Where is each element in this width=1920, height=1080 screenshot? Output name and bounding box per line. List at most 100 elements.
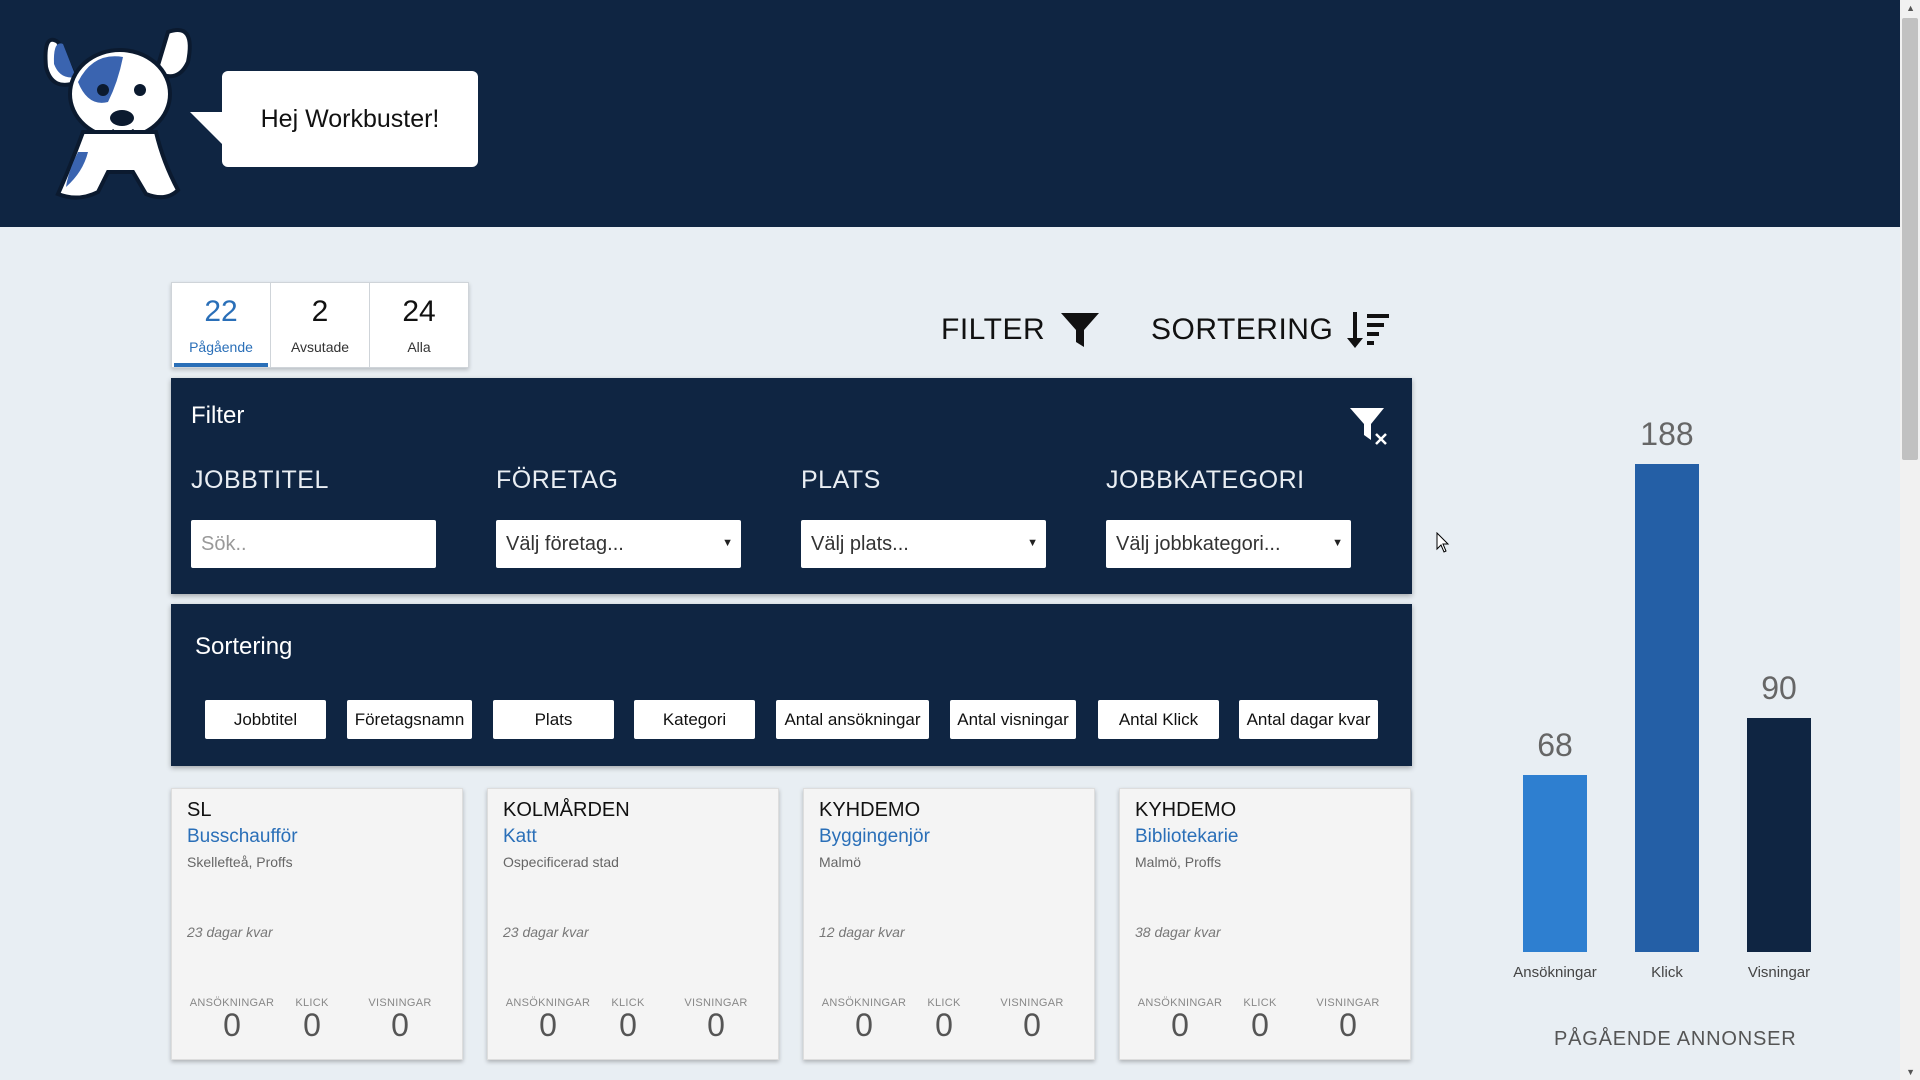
card-days-left: 12 dagar kvar xyxy=(819,924,905,940)
chart-bar-visningar xyxy=(1747,718,1811,952)
card-stat-applications: ANSÖKNINGAR 0 xyxy=(187,997,277,1044)
chart-category-label: Klick xyxy=(1651,964,1683,981)
sort-toggle-button[interactable]: SORTERING xyxy=(1151,310,1391,350)
card-stat-clicks: KLICK 0 xyxy=(287,997,337,1044)
job-card[interactable]: KOLMÅRDEN Katt Ospecificerad stad 23 dag… xyxy=(487,788,779,1060)
stat-value: 0 xyxy=(1171,1007,1189,1043)
card-stat-views: VISNINGAR 0 xyxy=(987,997,1077,1044)
caret-down-icon: ▼ xyxy=(1027,537,1038,549)
card-stat-views: VISNINGAR 0 xyxy=(671,997,761,1044)
chart-bar-value: 68 xyxy=(1537,727,1573,763)
clear-filter-icon[interactable] xyxy=(1348,406,1390,448)
sort-button-antal-visningar[interactable]: Antal visningar xyxy=(950,700,1076,739)
tab-count: 22 xyxy=(204,295,238,328)
tab-avslutade[interactable]: 2 Avsutade xyxy=(271,283,370,367)
sort-button-antal-ansokningar[interactable]: Antal ansökningar xyxy=(776,700,929,739)
stat-value: 0 xyxy=(1339,1007,1357,1043)
field-label-plats: PLATS xyxy=(801,466,881,494)
tab-label: Avsutade xyxy=(290,339,350,355)
sort-button-foretagsnamn[interactable]: Företagsnamn xyxy=(347,700,472,739)
stat-value: 0 xyxy=(619,1007,637,1043)
chart-bar-ansökningar xyxy=(1523,775,1587,952)
top-header: Hej Workbuster! xyxy=(0,0,1900,227)
chart-bar-value: 90 xyxy=(1761,670,1797,706)
card-stat-views: VISNINGAR 0 xyxy=(1303,997,1393,1044)
card-location: Ospecificerad stad xyxy=(503,854,619,870)
card-days-left: 38 dagar kvar xyxy=(1135,924,1221,940)
stat-value: 0 xyxy=(303,1007,321,1043)
scroll-up-icon[interactable]: ▲ xyxy=(1906,3,1915,13)
tab-label: Pågående xyxy=(189,339,253,355)
job-card[interactable]: KYHDEMO Bibliotekarie Malmö, Proffs 38 d… xyxy=(1119,788,1411,1060)
sort-panel-title: Sortering xyxy=(195,633,293,660)
sort-button-antal-klick[interactable]: Antal Klick xyxy=(1098,700,1219,739)
greeting-bubble: Hej Workbuster! xyxy=(222,71,478,167)
search-placeholder: Sök.. xyxy=(201,532,247,555)
filter-toggle-label: FILTER xyxy=(941,313,1046,346)
sort-button-antal-dagar-kvar[interactable]: Antal dagar kvar xyxy=(1239,700,1378,739)
stat-value: 0 xyxy=(935,1007,953,1043)
job-card[interactable]: KYHDEMO Byggingenjör Malmö 12 dagar kvar… xyxy=(803,788,1095,1060)
card-stat-views: VISNINGAR 0 xyxy=(355,997,445,1044)
card-job-title[interactable]: Byggingenjör xyxy=(819,826,930,848)
stat-value: 0 xyxy=(855,1007,873,1043)
caret-down-icon: ▼ xyxy=(1332,537,1343,549)
category-select[interactable]: Välj jobbkategori... ▼ xyxy=(1106,520,1351,568)
active-ads-bar-chart: 68 Ansökningar 188 Klick 90 Visningar xyxy=(1490,400,1840,1080)
location-select[interactable]: Välj plats... ▼ xyxy=(801,520,1046,568)
filter-toggle-button[interactable]: FILTER xyxy=(941,310,1101,350)
stat-value: 0 xyxy=(1023,1007,1041,1043)
card-company: SL xyxy=(187,799,212,821)
funnel-icon xyxy=(1061,313,1100,347)
stat-value: 0 xyxy=(1251,1007,1269,1043)
chart-title: PÅGÅENDE ANNONSER xyxy=(1554,1028,1797,1050)
card-location: Malmö xyxy=(819,854,862,870)
tab-count: 24 xyxy=(402,295,436,328)
sort-descending-icon xyxy=(1347,312,1390,348)
card-company: KYHDEMO xyxy=(1135,799,1237,821)
tab-count: 2 xyxy=(311,295,329,328)
card-company: KOLMÅRDEN xyxy=(503,799,630,821)
company-select[interactable]: Välj företag... ▼ xyxy=(496,520,741,568)
field-label-foretag: FÖRETAG xyxy=(496,466,619,494)
card-company: KYHDEMO xyxy=(819,799,921,821)
chart-bar-value: 188 xyxy=(1640,416,1694,452)
location-select-value: Välj plats... xyxy=(811,532,909,555)
sort-toggle-label: SORTERING xyxy=(1151,313,1334,346)
job-card[interactable]: SL Busschaufför Skellefteå, Proffs 23 da… xyxy=(171,788,463,1060)
sort-button-jobbtitel[interactable]: Jobbtitel xyxy=(205,700,326,739)
stat-value: 0 xyxy=(223,1007,241,1043)
job-title-search-input[interactable]: Sök.. xyxy=(191,520,436,568)
card-stat-clicks: KLICK 0 xyxy=(919,997,969,1044)
card-location: Skellefteå, Proffs xyxy=(187,854,293,870)
card-stat-clicks: KLICK 0 xyxy=(1235,997,1285,1044)
chart-category-label: Visningar xyxy=(1747,964,1811,981)
card-job-title[interactable]: Katt xyxy=(503,826,537,848)
filter-panel-title: Filter xyxy=(191,402,245,429)
caret-down-icon: ▼ xyxy=(722,537,733,549)
sort-panel xyxy=(171,604,1412,766)
chart-category-label: Ansökningar xyxy=(1513,964,1597,981)
scroll-down-icon[interactable]: ▼ xyxy=(1906,1067,1915,1077)
greeting-text: Hej Workbuster! xyxy=(260,104,440,133)
mouse-cursor-icon xyxy=(1436,532,1450,553)
card-stat-applications: ANSÖKNINGAR 0 xyxy=(503,997,593,1044)
card-days-left: 23 dagar kvar xyxy=(503,924,589,940)
tab-label: Alla xyxy=(407,339,431,355)
company-select-value: Välj företag... xyxy=(506,532,624,555)
sort-button-kategori[interactable]: Kategori xyxy=(634,700,755,739)
card-location: Malmö, Proffs xyxy=(1135,854,1222,870)
card-stat-applications: ANSÖKNINGAR 0 xyxy=(1135,997,1225,1044)
scrollbar-thumb[interactable] xyxy=(1902,18,1918,460)
tab-pagaende[interactable]: 22 Pågående xyxy=(172,283,271,367)
stat-value: 0 xyxy=(539,1007,557,1043)
sort-button-plats[interactable]: Plats xyxy=(493,700,614,739)
tab-alla[interactable]: 24 Alla xyxy=(370,283,468,367)
card-stat-clicks: KLICK 0 xyxy=(603,997,653,1044)
card-job-title[interactable]: Bibliotekarie xyxy=(1135,826,1239,848)
status-tabs: 22 Pågående 2 Avsutade 24 Alla xyxy=(171,282,469,368)
page-scrollbar[interactable]: ▲ ▼ xyxy=(1900,0,1920,1080)
card-job-title[interactable]: Busschaufför xyxy=(187,826,298,848)
dog-mascot-icon xyxy=(43,28,192,200)
field-label-jobbkategori: JOBBKATEGORI xyxy=(1106,466,1305,494)
